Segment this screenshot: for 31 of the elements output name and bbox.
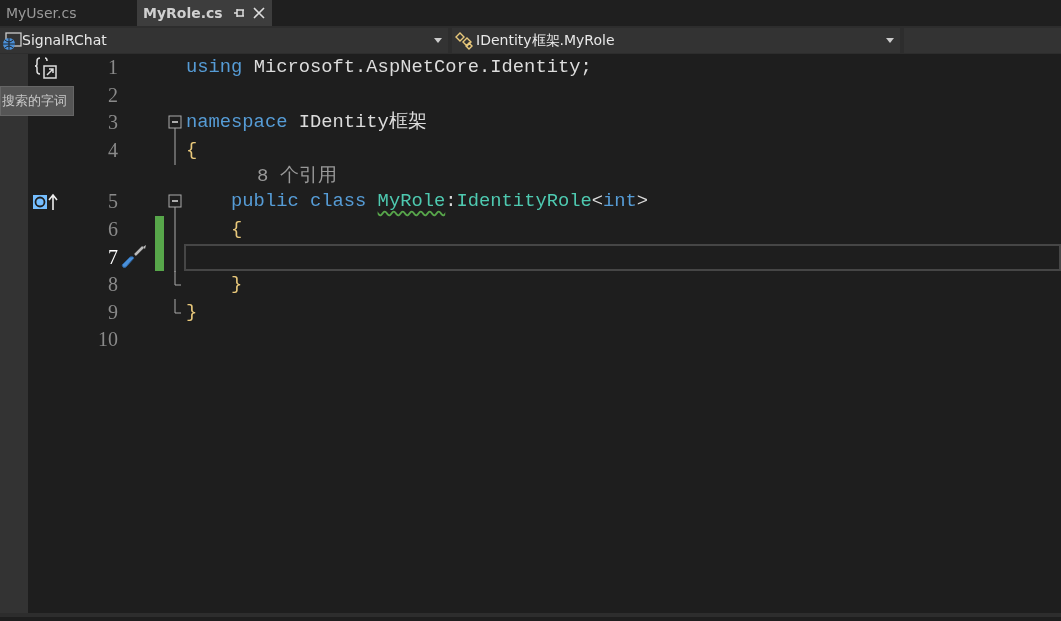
outline-line <box>174 136 176 165</box>
line-number: 2 <box>107 82 118 108</box>
code-line: public class MyRole:IdentityRole<int> <box>230 190 649 213</box>
code-line: { <box>186 138 198 161</box>
dropdown-arrow-icon <box>886 38 894 43</box>
implements-icon[interactable] <box>32 192 58 213</box>
code-line: } <box>230 273 243 296</box>
project-dropdown[interactable]: SignalRChat <box>0 28 448 53</box>
snippet-icon[interactable] <box>32 55 58 80</box>
line-number: 8 <box>107 272 118 298</box>
reference-count-link[interactable]: 8 个引用 <box>257 164 337 189</box>
code-line: } <box>186 300 198 323</box>
search-hint-tooltip: 搜索的字词 <box>0 86 74 116</box>
line-number: 3 <box>107 110 118 136</box>
line-number: 9 <box>107 299 118 325</box>
close-icon[interactable] <box>252 7 265 19</box>
line-number: 10 <box>97 327 118 353</box>
line-number: 5 <box>107 189 118 215</box>
code-line: { <box>230 217 243 240</box>
line-number: 4 <box>107 137 118 163</box>
code-line: using Microsoft.AspNetCore.Identity; <box>186 56 592 78</box>
code-line: namespace IDentity框架 <box>186 111 427 134</box>
line-number: 7 <box>107 244 118 270</box>
outline-end <box>174 298 182 315</box>
line-number: 1 <box>107 55 118 80</box>
member-dropdown[interactable]: IDentity框架.MyRole <box>452 28 900 53</box>
line-number: 6 <box>107 216 118 242</box>
outline-end <box>174 271 182 288</box>
web-project-icon <box>2 30 22 51</box>
pin-icon[interactable] <box>232 7 245 19</box>
dropdown-arrow-icon <box>434 38 442 43</box>
